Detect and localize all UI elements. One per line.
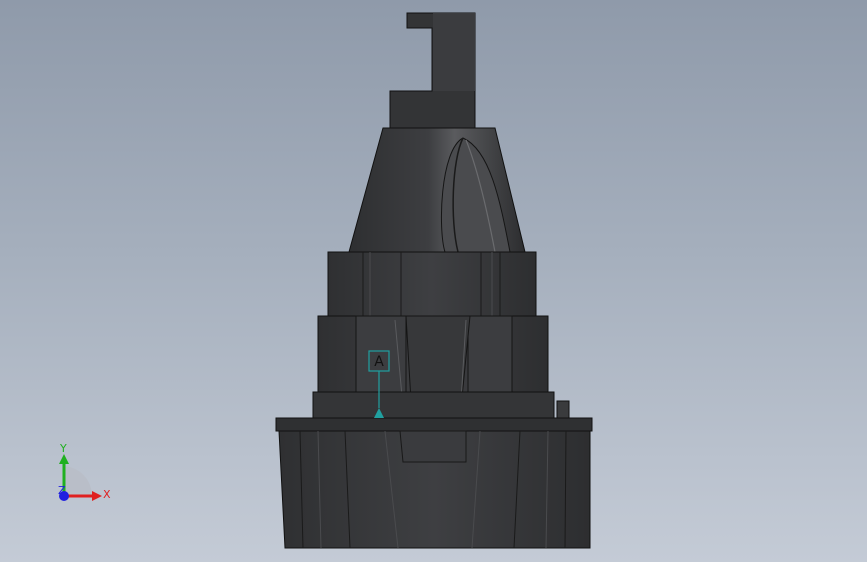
x-axis-arrow	[92, 491, 102, 501]
datum-label: A	[374, 354, 384, 370]
y-axis-arrow	[59, 454, 69, 464]
lower-step	[312, 391, 570, 419]
reference-triad: Y X Z	[58, 442, 111, 501]
z-axis-label: Z	[58, 484, 66, 497]
base-flange	[275, 417, 593, 432]
base-body	[278, 430, 591, 549]
y-axis-label: Y	[59, 442, 67, 455]
upper-ring	[327, 251, 537, 317]
x-axis-label: X	[103, 488, 111, 501]
cone-section	[348, 127, 526, 253]
graphics-viewport[interactable]: A Y X Z	[0, 0, 867, 562]
cad-model[interactable]: A	[0, 0, 867, 562]
top-hook-tab	[389, 12, 476, 129]
